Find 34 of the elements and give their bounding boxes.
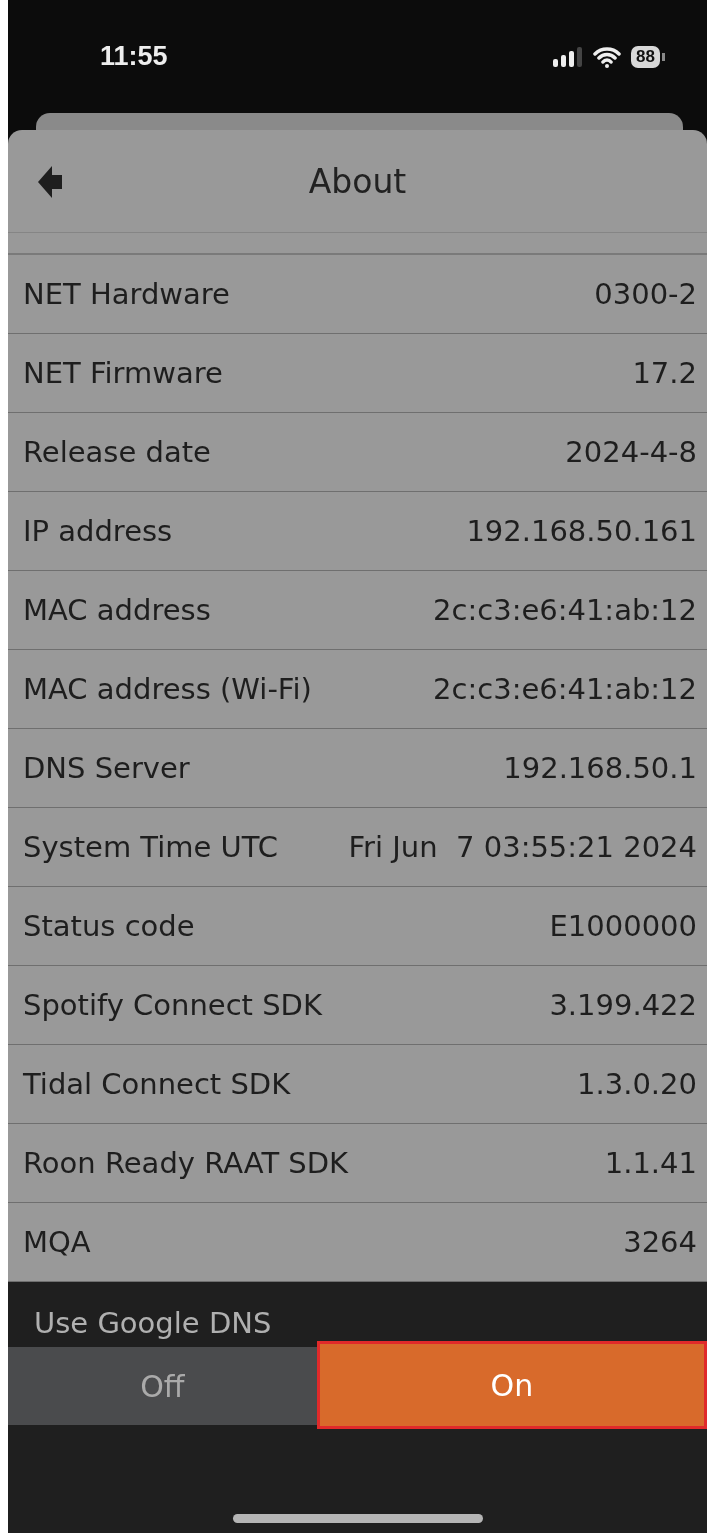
row-value: 0300-2 — [594, 277, 697, 311]
row-value: 3264 — [623, 1225, 697, 1259]
row-label: Release date — [23, 435, 211, 469]
row-label: MQA — [23, 1225, 91, 1259]
row-label: MAC address (Wi-Fi) — [23, 672, 312, 706]
wifi-icon — [593, 45, 622, 68]
row-label: Tidal Connect SDK — [23, 1067, 291, 1101]
row-value: 2c:c3:e6:41:ab:12 — [433, 593, 697, 627]
row-label: DNS Server — [23, 751, 190, 785]
row-label: NET Hardware — [23, 277, 230, 311]
toggle-option[interactable]: Off — [8, 1347, 317, 1425]
row-value: 192.168.50.1 — [503, 751, 697, 785]
row-label: MAC address — [23, 593, 211, 627]
row-value: 2c:c3:e6:41:ab:12 — [433, 672, 697, 706]
row-label: System Time UTC — [23, 830, 279, 864]
row-value: E1000000 — [549, 909, 697, 943]
row-value: 2024-4-8 — [565, 435, 697, 469]
row-value: 192.168.50.161 — [466, 514, 697, 548]
row-value: 1.3.0.20 — [577, 1067, 697, 1101]
row-label: IP address — [23, 514, 173, 548]
row-value: 17.2 — [632, 356, 697, 390]
status-time: 11:55 — [100, 41, 168, 72]
row-label: Roon Ready RAAT SDK — [23, 1146, 349, 1180]
row-value: 3.199.422 — [549, 988, 697, 1022]
page-title: About — [308, 161, 407, 201]
toggle-option[interactable]: On — [316, 1341, 707, 1429]
row-label: Status code — [23, 909, 195, 943]
signal-icon — [553, 46, 584, 67]
row-value: 1.1.41 — [604, 1146, 697, 1180]
row-label: NET Firmware — [23, 356, 223, 390]
setting-label: Use Google DNS — [33, 1305, 273, 1342]
back-arrow-icon[interactable] — [38, 166, 64, 198]
row-value: Fri Jun 7 03:55:21 2024 — [348, 830, 697, 864]
row-label: Spotify Connect SDK — [23, 988, 322, 1022]
